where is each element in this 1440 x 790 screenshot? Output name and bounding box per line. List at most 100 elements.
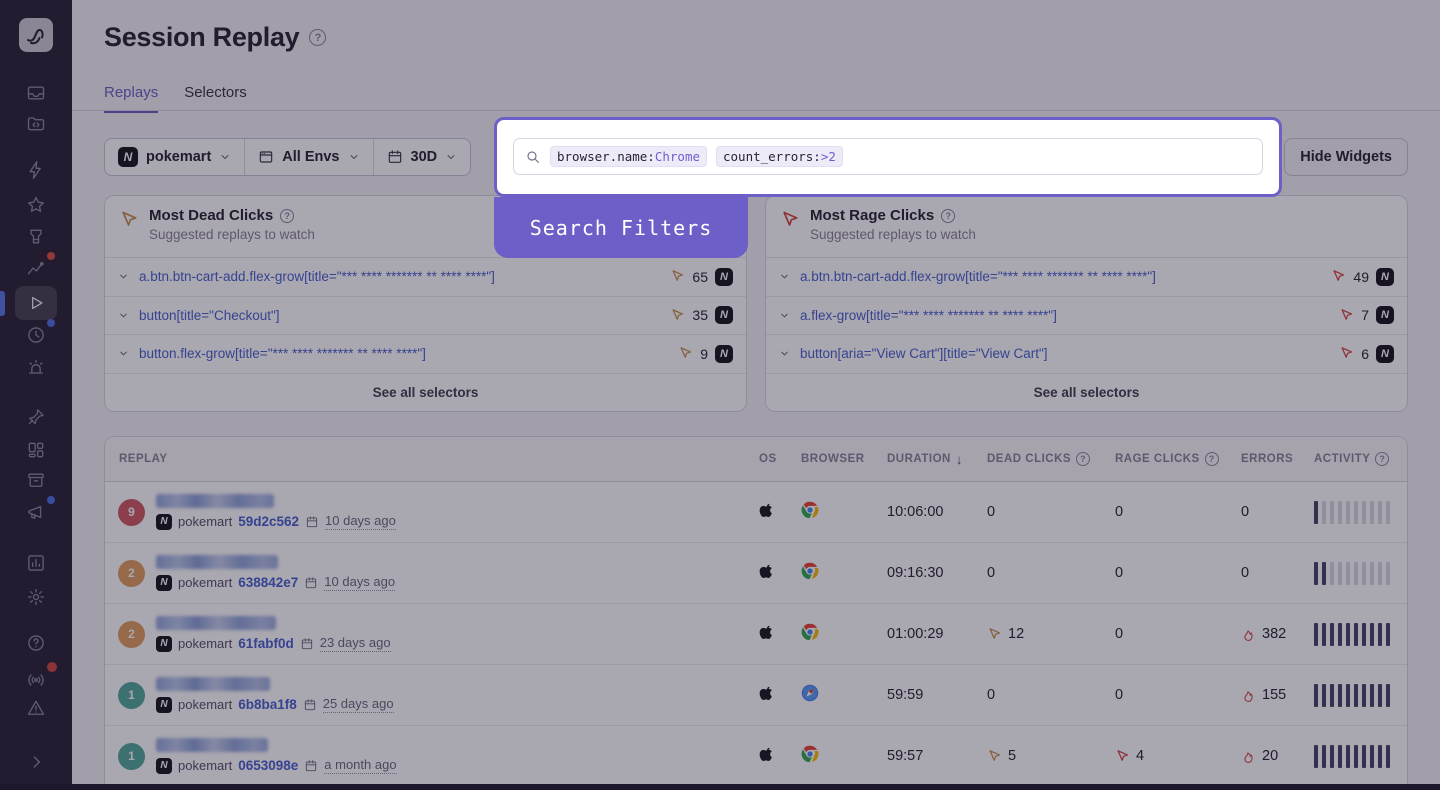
nextjs-platform-icon: N: [156, 758, 172, 774]
replay-age[interactable]: 10 days ago: [325, 513, 396, 530]
page-filter-bar: N pokemart All Envs 30D: [104, 138, 471, 176]
chrome-browser-icon: [801, 562, 819, 580]
search-filter-token[interactable]: count_errors:>2: [716, 146, 843, 167]
sidebar-item-crons[interactable]: [19, 402, 53, 432]
sidebar-item-releases[interactable]: [19, 222, 53, 252]
duration: 10:06:00: [887, 504, 987, 520]
col-errors[interactable]: Errors: [1241, 453, 1314, 465]
replay-age[interactable]: 23 days ago: [320, 635, 391, 652]
sidebar-collapse[interactable]: [19, 747, 53, 777]
siren-icon: [26, 358, 46, 378]
sidebar-item-history[interactable]: [19, 320, 53, 350]
sentry-logo-icon[interactable]: [19, 18, 53, 52]
selector-link[interactable]: button[aria="View Cart"][title="View Car…: [800, 346, 1329, 361]
chevron-down-icon[interactable]: [779, 348, 790, 359]
projector-icon: [26, 227, 46, 247]
sidebar-item-issues[interactable]: [19, 78, 53, 108]
replay-id-link[interactable]: 6b8ba1f8: [238, 697, 297, 712]
bar-chart-icon: [26, 553, 46, 573]
tab-selectors[interactable]: Selectors: [184, 84, 247, 113]
sidebar-item-alerts[interactable]: [19, 353, 53, 383]
col-os[interactable]: OS: [759, 453, 801, 465]
col-duration[interactable]: Duration↓: [887, 452, 987, 467]
chevron-down-icon[interactable]: [118, 271, 129, 282]
sidebar-item-starred[interactable]: [19, 190, 53, 220]
replay-age[interactable]: 10 days ago: [324, 574, 395, 591]
hide-widgets-button[interactable]: Hide Widgets: [1284, 138, 1408, 176]
search-filter-token[interactable]: browser.name:Chrome: [550, 146, 707, 167]
help-icon: [26, 633, 46, 653]
chevron-right-icon: [26, 752, 46, 772]
environment-filter[interactable]: All Envs: [244, 139, 372, 175]
chevron-down-icon[interactable]: [779, 271, 790, 282]
replay-id-link[interactable]: 638842e7: [238, 575, 298, 590]
sidebar-item-dashboards[interactable]: [19, 435, 53, 465]
sidebar-item-stats[interactable]: [19, 548, 53, 578]
replay-age[interactable]: a month ago: [324, 757, 396, 774]
help-circle-icon[interactable]: ?: [309, 29, 326, 46]
sidebar-item-archive[interactable]: [19, 465, 53, 495]
table-row[interactable]: 2 N pokemart 638842e7 10 days ago 09:16:…: [105, 543, 1407, 604]
replay-id-link[interactable]: 0653098e: [238, 758, 298, 773]
tab-replays[interactable]: Replays: [104, 84, 158, 113]
widget-subtitle: Suggested replays to watch: [149, 227, 315, 242]
widget-title: Most Rage Clicks: [810, 207, 934, 224]
selector-link[interactable]: button.flex-grow[title="*** **** *******…: [139, 346, 668, 361]
see-all-selectors-link[interactable]: See all selectors: [105, 374, 746, 412]
selector-row: a.btn.btn-cart-add.flex-grow[title="*** …: [766, 258, 1407, 297]
click-count: 6: [1361, 346, 1369, 362]
rage-clicks-count: 0: [1115, 565, 1241, 581]
search-input[interactable]: browser.name:Chrome count_errors:>2: [513, 138, 1263, 175]
col-rage-clicks[interactable]: Rage Clicks?: [1115, 452, 1241, 466]
replay-id-link[interactable]: 61fabf0d: [238, 636, 294, 651]
sidebar-item-help[interactable]: [19, 628, 53, 658]
avatar: 1: [118, 682, 145, 709]
selector-row: button[title="Checkout"] 35N: [105, 297, 746, 336]
dead-click-cursor-icon: [670, 308, 685, 323]
sidebar-item-projects[interactable]: [19, 108, 53, 138]
selector-row: a.flex-grow[title="*** **** ******* ** *…: [766, 297, 1407, 336]
table-row[interactable]: 2 N pokemart 61fabf0d 23 days ago 01:00:…: [105, 604, 1407, 665]
project-filter[interactable]: N pokemart: [105, 139, 244, 175]
selector-link[interactable]: a.flex-grow[title="*** **** ******* ** *…: [800, 308, 1329, 323]
date-range-filter[interactable]: 30D: [373, 139, 471, 175]
dead-click-cursor-icon: [678, 346, 693, 361]
table-row[interactable]: 9 N pokemart 59d2c562 10 days ago 10:06:…: [105, 482, 1407, 543]
rage-click-cursor-icon: [1115, 749, 1130, 764]
col-dead-clicks[interactable]: Dead Clicks?: [987, 452, 1115, 466]
col-replay[interactable]: Replay: [105, 453, 759, 465]
col-activity[interactable]: Activity?: [1314, 452, 1407, 466]
chevron-down-icon[interactable]: [118, 348, 129, 359]
chevron-down-icon[interactable]: [779, 310, 790, 321]
warning-triangle-icon: [26, 698, 46, 718]
col-browser[interactable]: Browser: [801, 453, 887, 465]
activity-bars: [1314, 745, 1407, 768]
errors-count: 155: [1241, 687, 1314, 703]
rage-click-cursor-icon: [1339, 308, 1354, 323]
selector-link[interactable]: a.btn.btn-cart-add.flex-grow[title="*** …: [800, 269, 1321, 284]
dead-click-cursor-icon: [987, 749, 1002, 764]
sidebar-item-insights[interactable]: [19, 253, 53, 283]
rage-click-cursor-icon: [1331, 269, 1346, 284]
sidebar-item-whats-new[interactable]: [19, 497, 53, 527]
sidebar-item-performance[interactable]: [19, 155, 53, 185]
table-row[interactable]: 1 N pokemart 0653098e a month ago 59:57 …: [105, 726, 1407, 787]
selector-link[interactable]: button[title="Checkout"]: [139, 308, 660, 323]
replay-age[interactable]: 25 days ago: [323, 696, 394, 713]
selector-link[interactable]: a.btn.btn-cart-add.flex-grow[title="*** …: [139, 269, 660, 284]
help-circle-icon[interactable]: ?: [941, 209, 955, 223]
help-circle-icon: ?: [1076, 452, 1090, 466]
avatar: 1: [118, 743, 145, 770]
table-row[interactable]: 1 N pokemart 6b8ba1f8 25 days ago 59:59 …: [105, 665, 1407, 726]
click-count: 35: [692, 307, 708, 323]
chevron-down-icon[interactable]: [118, 310, 129, 321]
avatar: 9: [118, 499, 145, 526]
sidebar-item-replays[interactable]: [15, 286, 57, 320]
sidebar-item-warnings[interactable]: [19, 693, 53, 723]
replay-id-link[interactable]: 59d2c562: [238, 514, 299, 529]
sidebar-item-service-status[interactable]: [19, 665, 53, 695]
sidebar-item-settings[interactable]: [19, 582, 53, 612]
see-all-selectors-link[interactable]: See all selectors: [766, 374, 1407, 412]
help-circle-icon[interactable]: ?: [280, 209, 294, 223]
calendar-icon: [387, 149, 403, 165]
